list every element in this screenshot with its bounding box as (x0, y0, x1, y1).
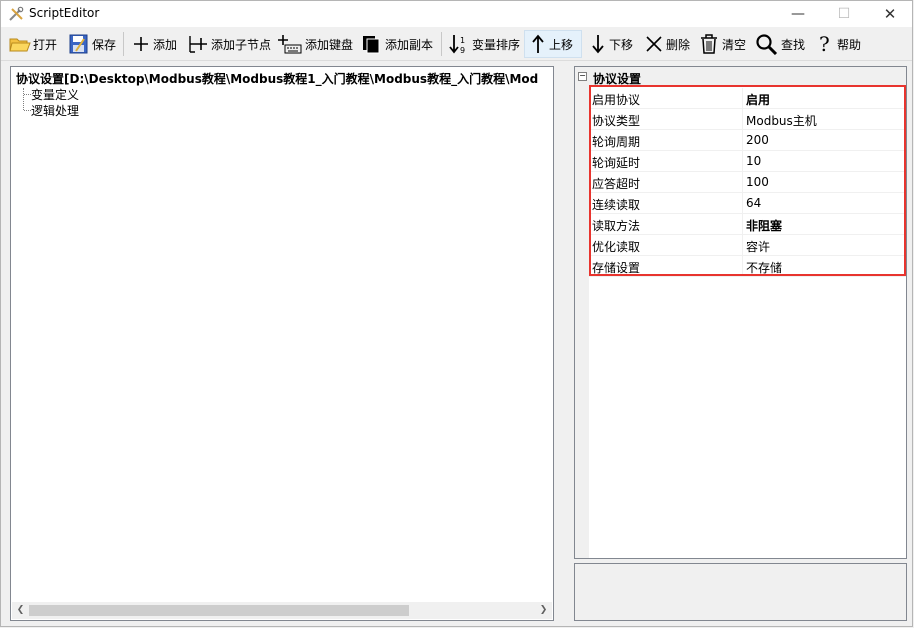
property-row[interactable]: 读取方法 非阻塞 (589, 214, 906, 235)
property-grid: − 协议设置 启用协议 启用协议类型 Modbus主机轮询周期 200 轮询延时 10 应答… (574, 66, 907, 559)
property-row[interactable]: 连续读取 64 (589, 193, 906, 214)
property-name: 存储设置 (592, 261, 641, 275)
tree-node-variables[interactable]: 变量定义 (31, 86, 79, 103)
window-title: ScriptEditor (29, 6, 100, 20)
property-name: 应答超时 (592, 177, 641, 191)
help-button[interactable]: ? 帮助 (815, 30, 861, 58)
svg-text:1: 1 (460, 36, 465, 45)
property-name: 优化读取 (592, 240, 641, 254)
property-name: 启用协议 (592, 93, 641, 107)
property-value[interactable]: 非阻塞 (746, 217, 782, 234)
property-name: 轮询延时 (592, 156, 641, 170)
property-row[interactable]: 轮询延时 10 (589, 151, 906, 172)
keyboard-icon (278, 35, 302, 54)
folder-open-icon (9, 38, 31, 52)
add-child-node-button[interactable]: 添加子节点 (187, 30, 271, 58)
tree-node-logic[interactable]: 逻辑处理 (31, 102, 79, 119)
sort-icon: 1 9 (449, 35, 465, 55)
tree-connector (23, 88, 24, 110)
property-value[interactable]: 100 (746, 175, 769, 189)
scroll-right-icon[interactable]: ❯ (535, 602, 552, 619)
minimize-button[interactable]: — (775, 1, 821, 27)
property-value[interactable]: 容许 (746, 238, 770, 255)
collapse-icon[interactable]: − (578, 72, 587, 81)
add-button[interactable]: 添加 (131, 30, 177, 58)
property-name: 连续读取 (592, 198, 641, 212)
property-value[interactable]: 不存储 (746, 259, 782, 276)
tools-icon (9, 6, 24, 21)
add-copy-button[interactable]: 添加副本 (361, 30, 433, 58)
property-row[interactable]: 轮询周期 200 (589, 130, 906, 151)
delete-x-icon (646, 36, 662, 52)
clear-button[interactable]: 清空 (698, 30, 746, 58)
save-button[interactable]: 保存 (68, 30, 116, 58)
script-editor-window: ScriptEditor — ☐ ✕ 打开 保存 添加 添加子节点 添加键盘 添… (0, 0, 913, 627)
sort-variables-button[interactable]: 1 9 变量排序 (448, 30, 520, 58)
description-panel (574, 563, 907, 621)
property-row[interactable]: 存储设置 不存储 (589, 256, 906, 277)
maximize-button[interactable]: ☐ (821, 1, 867, 27)
category-label: 协议设置 (593, 72, 642, 86)
add-keyboard-button[interactable]: 添加键盘 (277, 30, 353, 58)
property-value[interactable]: 64 (746, 196, 761, 210)
property-row[interactable]: 优化读取 容许 (589, 235, 906, 256)
tree-view[interactable]: 协议设置[D:\Desktop\Modbus教程\Modbus教程1_入门教程\… (10, 66, 554, 621)
scroll-left-icon[interactable]: ❮ (12, 602, 29, 619)
arrow-up-icon (532, 34, 544, 53)
move-down-button[interactable]: 下移 (589, 30, 633, 58)
property-row[interactable]: 启用协议 启用 (589, 88, 906, 109)
help-icon: ? (819, 33, 830, 55)
plus-icon (134, 37, 148, 51)
property-row[interactable]: 协议类型 Modbus主机 (589, 109, 906, 130)
toolbar: 打开 保存 添加 添加子节点 添加键盘 添加副本 1 9 变量排序 上移 下移 … (1, 28, 912, 61)
open-button[interactable]: 打开 (9, 30, 57, 58)
copy-icon (363, 36, 380, 54)
property-name: 协议类型 (592, 114, 641, 128)
property-row[interactable]: 应答超时 100 (589, 172, 906, 193)
scrollbar-thumb[interactable] (29, 605, 409, 616)
category-row[interactable]: − 协议设置 (575, 67, 906, 87)
find-button[interactable]: 查找 (755, 30, 805, 58)
arrow-down-icon (592, 35, 604, 54)
property-value[interactable]: Modbus主机 (746, 112, 817, 129)
property-value[interactable]: 200 (746, 133, 769, 147)
property-value[interactable]: 10 (746, 154, 761, 168)
move-up-button[interactable]: 上移 (524, 30, 582, 58)
tree-root-node[interactable]: 协议设置[D:\Desktop\Modbus教程\Modbus教程1_入门教程\… (16, 70, 550, 87)
svg-text:?: ? (819, 33, 830, 55)
search-icon (756, 34, 778, 55)
trash-icon (701, 34, 717, 54)
horizontal-scrollbar[interactable]: ❮ ❯ (12, 602, 552, 619)
close-button[interactable]: ✕ (867, 1, 913, 27)
add-child-icon (189, 36, 207, 53)
property-name: 读取方法 (592, 219, 641, 233)
property-value[interactable]: 启用 (746, 91, 770, 108)
svg-text:9: 9 (460, 46, 465, 55)
title-bar: ScriptEditor — ☐ ✕ (1, 1, 912, 27)
property-name: 轮询周期 (592, 135, 641, 149)
delete-button[interactable]: 删除 (644, 30, 690, 58)
save-icon (69, 34, 88, 54)
